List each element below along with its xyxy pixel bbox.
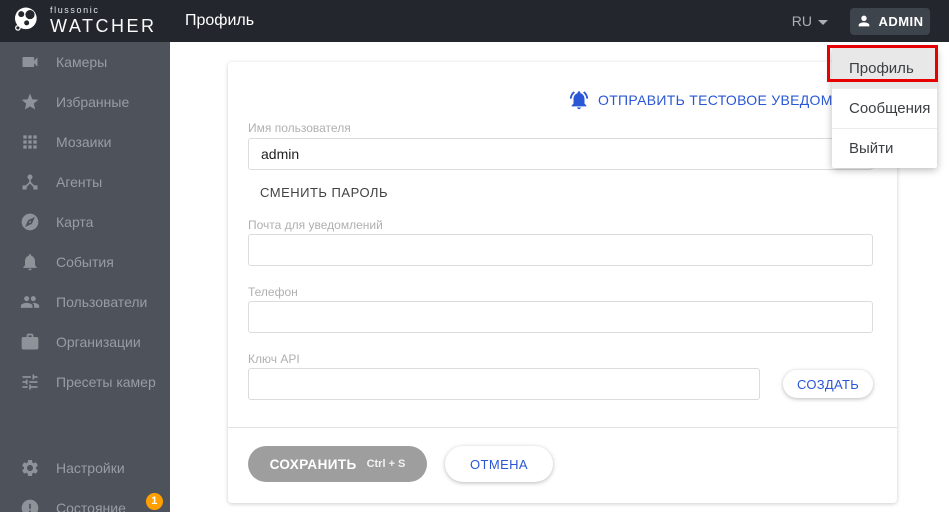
bell-icon <box>20 252 40 272</box>
page-title: Профиль <box>185 12 255 29</box>
sidebar-item-favorites[interactable]: Избранные <box>0 82 170 122</box>
flussonic-logo-icon <box>15 7 37 31</box>
sidebar-item-users[interactable]: Пользователи <box>0 282 170 322</box>
sidebar-item-settings[interactable]: Настройки <box>0 448 170 488</box>
flussonic-watcher-logo[interactable]: flussonic WATCHER <box>10 5 157 35</box>
person-icon <box>856 13 872 29</box>
user-menu: Профиль Сообщения Выйти <box>832 48 937 168</box>
sidebar-item-cameras[interactable]: Камеры <box>0 42 170 82</box>
chevron-down-icon <box>818 19 828 25</box>
star-icon <box>20 92 40 112</box>
language-label: RU <box>791 13 812 29</box>
people-icon <box>20 292 40 312</box>
sidebar-item-mosaics[interactable]: Мозаики <box>0 122 170 162</box>
menu-item-profile[interactable]: Профиль <box>832 48 937 88</box>
cancel-button[interactable]: ОТМЕНА <box>445 446 553 482</box>
status-badge: 1 <box>145 492 163 510</box>
menu-item-logout[interactable]: Выйти <box>832 128 937 168</box>
sidebar-item-events[interactable]: События <box>0 242 170 282</box>
user-account-button[interactable]: ADMIN <box>850 7 930 35</box>
gear-icon <box>20 458 40 478</box>
watcher-app: flussonic WATCHER Профиль RU ADMIN Камер… <box>0 0 949 512</box>
language-selector[interactable]: RU <box>792 13 828 29</box>
bell-ring-icon <box>568 89 590 111</box>
error-icon <box>20 498 40 512</box>
user-name: ADMIN <box>878 13 924 29</box>
sidebar: Камеры Избранные Мозаики Агенты Карта Со… <box>0 42 170 512</box>
grid-icon <box>20 132 40 152</box>
tune-icon <box>20 372 40 392</box>
username-input[interactable] <box>248 138 873 170</box>
topbar: flussonic WATCHER Профиль RU ADMIN <box>0 0 949 42</box>
briefcase-icon <box>20 332 40 352</box>
phone-label: Телефон <box>248 285 298 299</box>
compass-icon <box>20 212 40 232</box>
save-shortcut-hint: Ctrl + S <box>366 458 406 470</box>
profile-card: ОТПРАВИТЬ ТЕСТОВОЕ УВЕДОМЛЕНИЕ Имя польз… <box>228 62 897 503</box>
sidebar-item-camera-presets[interactable]: Пресеты камер <box>0 362 170 402</box>
api-key-field[interactable] <box>248 368 760 400</box>
brand-line2: WATCHER <box>50 15 157 36</box>
save-button[interactable]: СОХРАНИТЬ Ctrl + S <box>248 446 427 482</box>
change-password-button[interactable]: СМЕНИТЬ ПАРОЛЬ <box>260 185 388 200</box>
sidebar-item-organizations[interactable]: Организации <box>0 322 170 362</box>
menu-item-messages[interactable]: Сообщения <box>832 88 937 128</box>
sidebar-item-map[interactable]: Карта <box>0 202 170 242</box>
email-field[interactable] <box>248 234 873 266</box>
form-divider <box>228 427 897 428</box>
videocam-icon <box>20 52 40 72</box>
device-hub-icon <box>20 172 40 192</box>
sidebar-item-agents[interactable]: Агенты <box>0 162 170 202</box>
api-key-label: Ключ API <box>248 352 300 366</box>
sidebar-item-status[interactable]: Состояние 1 <box>0 488 170 512</box>
create-api-key-button[interactable]: СОЗДАТЬ <box>783 370 873 398</box>
brand-line1: flussonic <box>50 4 100 15</box>
username-label: Имя пользователя <box>248 121 351 135</box>
email-label: Почта для уведомлений <box>248 218 383 232</box>
phone-field[interactable] <box>248 301 873 333</box>
